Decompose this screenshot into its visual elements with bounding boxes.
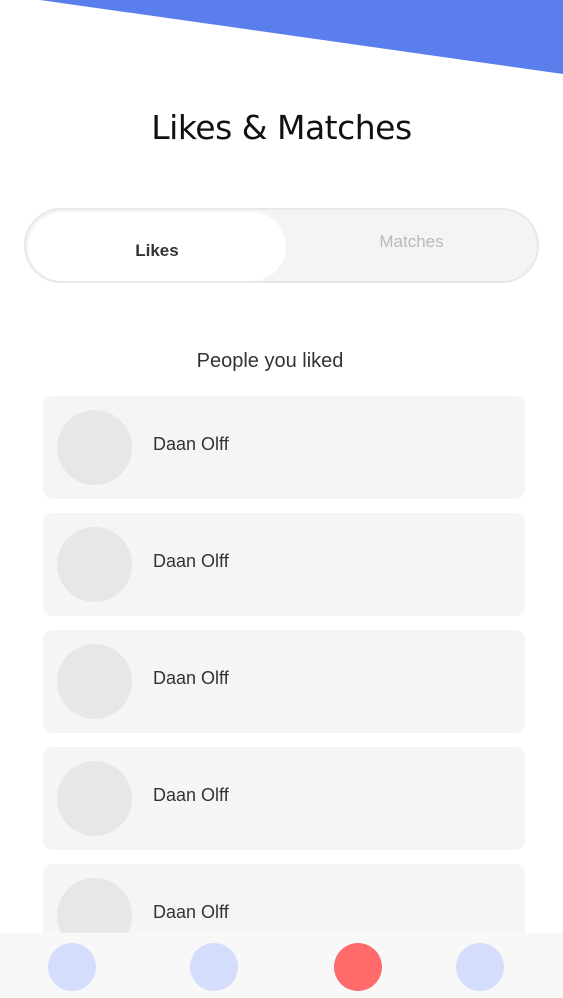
nav-item-1-icon[interactable] xyxy=(48,943,96,991)
nav-item-2-icon[interactable] xyxy=(190,943,238,991)
person-name: Daan Olff xyxy=(153,551,229,571)
nav-item-3-icon[interactable] xyxy=(334,943,382,991)
bottom-nav xyxy=(0,933,563,998)
nav-item-4-icon[interactable] xyxy=(456,943,504,991)
liked-people-list: Daan Olff Daan Olff Daan Olff Daan Olff … xyxy=(43,396,525,981)
person-name: Daan Olff xyxy=(153,668,229,688)
page-title: Likes & Matches xyxy=(151,108,412,147)
person-item[interactable]: Daan Olff xyxy=(43,513,525,616)
person-name: Daan Olff xyxy=(153,902,229,922)
avatar xyxy=(57,761,132,836)
tab-matches[interactable]: Matches xyxy=(286,212,537,281)
tab-likes-label: Likes xyxy=(135,240,179,260)
header-decoration xyxy=(0,0,563,74)
person-name: Daan Olff xyxy=(153,434,229,454)
avatar xyxy=(57,644,132,719)
person-item[interactable]: Daan Olff xyxy=(43,396,525,499)
tab-likes[interactable]: Likes xyxy=(28,212,286,281)
likes-matches-screen: Likes & Matches Likes Matches People you… xyxy=(0,0,563,998)
section-label: People you liked xyxy=(196,350,344,372)
person-name: Daan Olff xyxy=(153,785,229,805)
tab-matches-label: Matches xyxy=(379,231,444,251)
avatar xyxy=(57,527,132,602)
person-item[interactable]: Daan Olff xyxy=(43,630,525,733)
person-item[interactable]: Daan Olff xyxy=(43,747,525,850)
avatar xyxy=(57,410,132,485)
tab-switch: Likes Matches xyxy=(24,208,539,283)
